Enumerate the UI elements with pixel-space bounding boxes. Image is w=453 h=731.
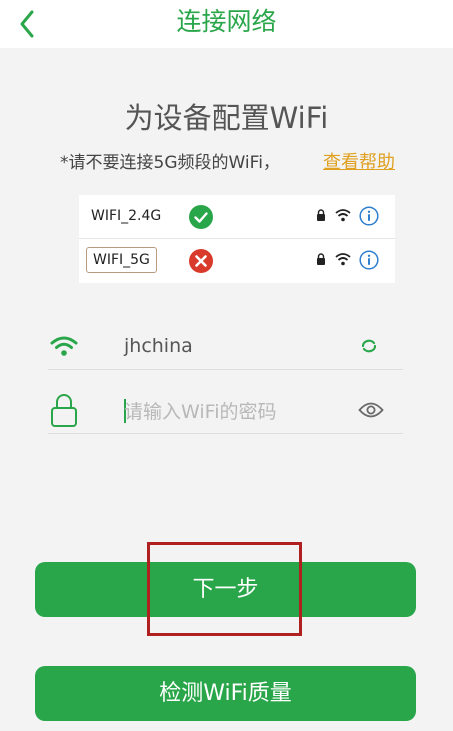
wifi-signal-icon [335,253,351,266]
lock-icon [317,209,325,221]
info-icon[interactable] [359,206,379,226]
annotation-highlight-box [147,542,302,636]
info-icon[interactable] [359,250,379,270]
lock-icon [317,253,325,265]
lock-icon [51,394,77,427]
wifi-password-field[interactable] [48,388,403,434]
wifi-row-24g: WIFI_2.4G [79,195,395,239]
check-circle-icon [189,205,213,229]
warning-text: *请不要连接5G频段的WiFi， [60,153,280,173]
wifi-signal-icon [335,209,351,222]
top-bar: 连接网络 [0,0,453,48]
config-title: 为设备配置WiFi [124,101,329,135]
switch-network-icon[interactable] [360,338,378,354]
x-circle-icon [189,249,213,273]
ssid-label: WIFI_2.4G [91,208,162,224]
password-input[interactable] [124,398,344,426]
wifi-row-5g: WIFI_5G [79,239,395,283]
ssid-label: WIFI_5G [86,247,157,273]
wifi-icon [50,336,78,356]
eye-icon[interactable] [358,401,384,419]
wifi-ssid-field[interactable]: jhchina [48,322,403,370]
check-wifi-quality-button[interactable]: 检测WiFi质量 [35,666,416,721]
page-title: 连接网络 [176,7,277,36]
wifi-example-card: WIFI_2.4G WIFI_5G [79,195,395,283]
help-link[interactable]: 查看帮助 [323,150,395,176]
ssid-value: jhchina [124,335,193,357]
